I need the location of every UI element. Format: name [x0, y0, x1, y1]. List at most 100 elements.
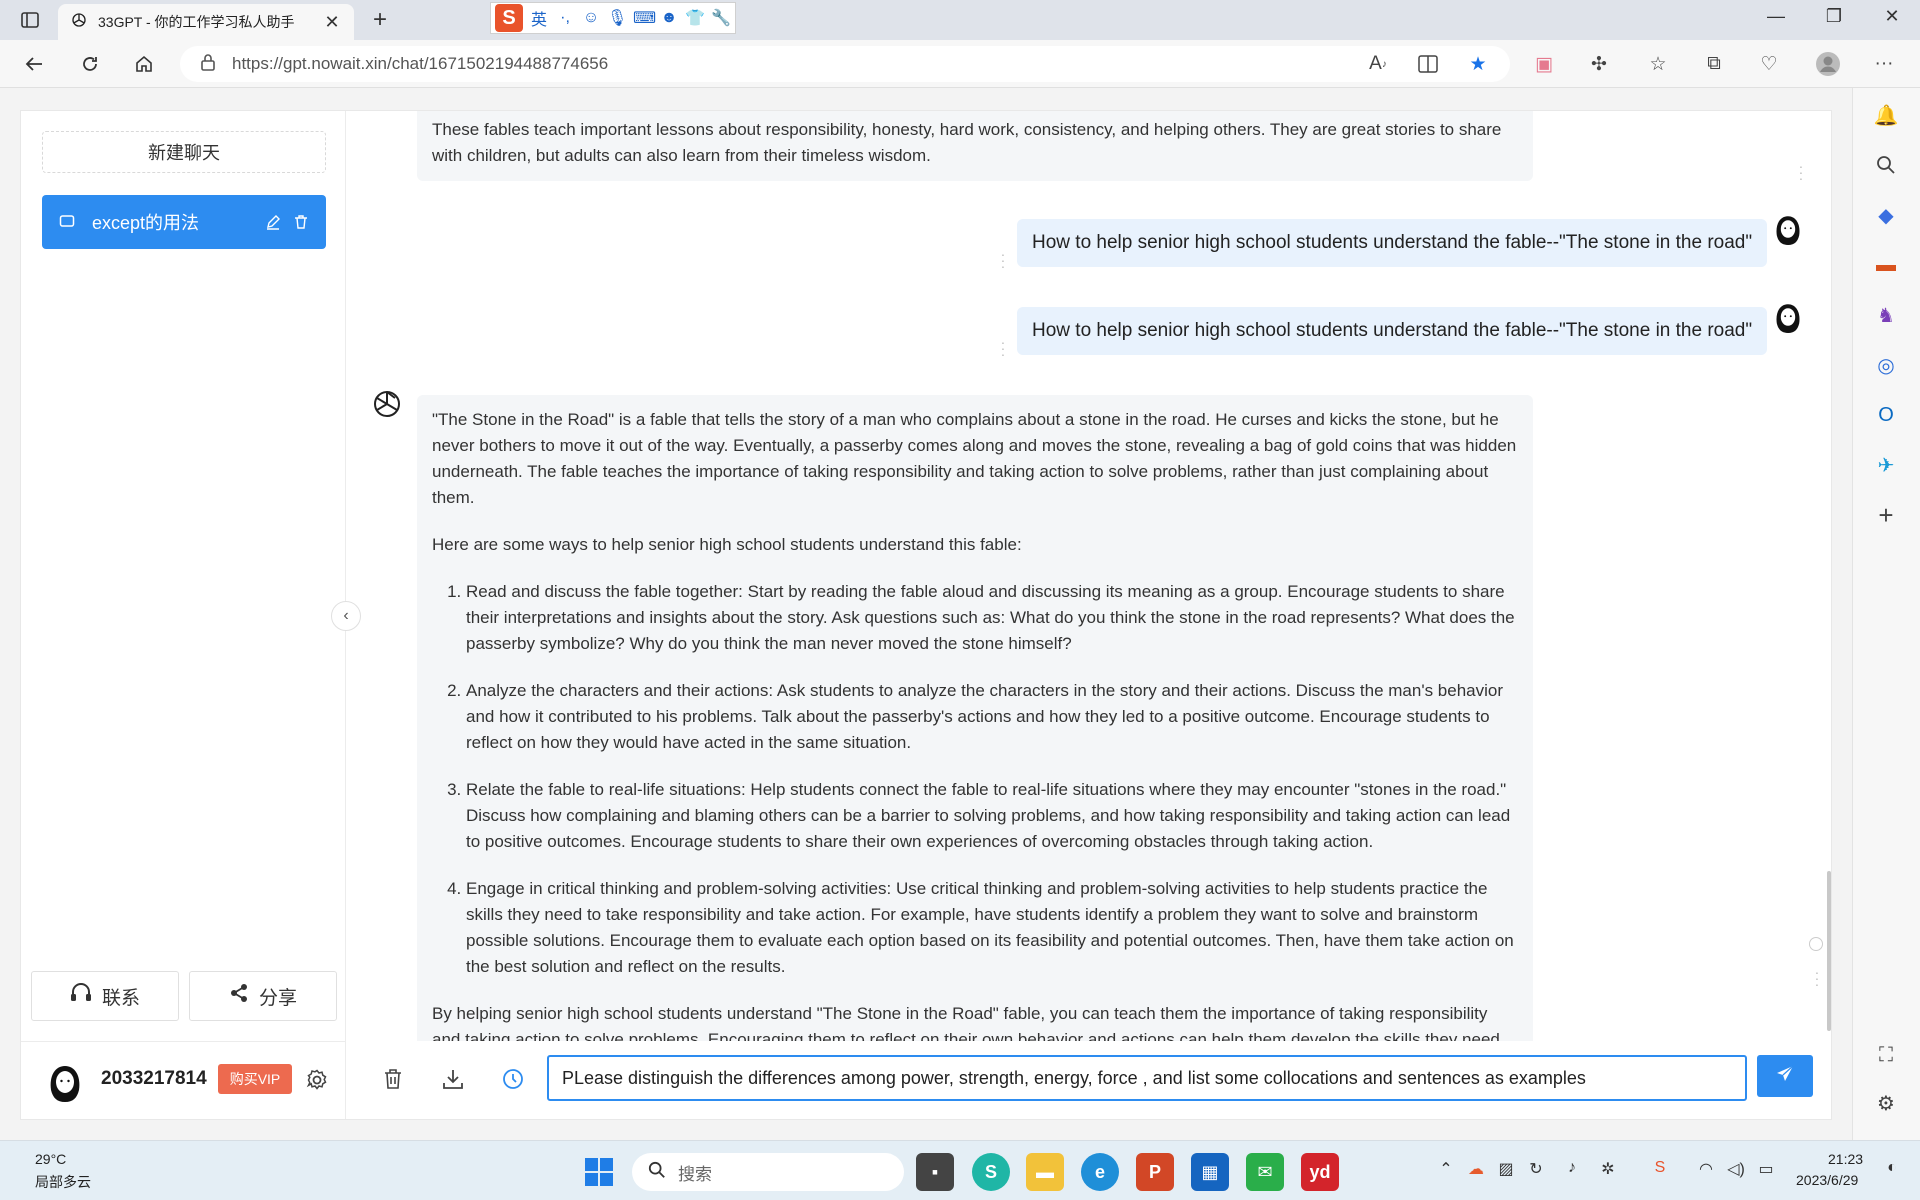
- history-icon[interactable]: [499, 1065, 527, 1093]
- tray-overflow-icon[interactable]: ⌃: [1434, 1159, 1458, 1179]
- ai-answer-intro: "The Stone in the Road" is a fable that …: [432, 410, 1517, 507]
- download-icon[interactable]: [439, 1065, 467, 1093]
- home-icon[interactable]: [128, 48, 160, 80]
- edge-icon[interactable]: e: [1081, 1153, 1119, 1191]
- chat-input[interactable]: [547, 1055, 1747, 1101]
- extensions-icon[interactable]: ✣: [1585, 50, 1613, 78]
- favorites-icon[interactable]: ☆: [1644, 50, 1672, 78]
- wechat-icon[interactable]: ✉: [1246, 1153, 1284, 1191]
- copilot-icon[interactable]: ◎: [1871, 350, 1901, 380]
- restore-button[interactable]: ❐: [1814, 6, 1854, 27]
- tools-icon[interactable]: 🔧: [711, 8, 731, 28]
- chat-sidebar: 新建聊天 except的用法 联系 分享 2033217814 购买VIP: [21, 111, 346, 1119]
- clock-time[interactable]: 21:23: [1828, 1151, 1863, 1167]
- back-icon[interactable]: [18, 48, 50, 80]
- close-window-button[interactable]: ✕: [1872, 6, 1912, 27]
- sogou-logo-icon[interactable]: S: [495, 4, 523, 32]
- send-to-icon[interactable]: ✈: [1871, 450, 1901, 480]
- edit-icon[interactable]: [262, 211, 284, 233]
- chat-list-item[interactable]: except的用法: [42, 195, 326, 249]
- lock-icon[interactable]: [200, 53, 216, 76]
- input-bar: [347, 1041, 1831, 1119]
- store-icon[interactable]: ▦: [1191, 1153, 1229, 1191]
- split-screen-icon[interactable]: [1414, 50, 1442, 78]
- sync-icon[interactable]: ↻: [1524, 1159, 1548, 1179]
- tray-tool-icon[interactable]: ✲: [1596, 1159, 1620, 1179]
- trash-icon[interactable]: [290, 211, 312, 233]
- file-explorer-icon[interactable]: ▬: [1026, 1153, 1064, 1191]
- favorite-star-icon[interactable]: ★: [1464, 50, 1492, 78]
- punctuation-icon[interactable]: ·,: [555, 9, 575, 27]
- url-text[interactable]: https://gpt.nowait.xin/chat/167150219448…: [232, 54, 608, 74]
- tab-close-icon[interactable]: ✕: [322, 12, 342, 33]
- windows-taskbar: 29°C 局部多云 搜索 ▪ S ▬ e P ▦ ✉ yd ⌃ ☁ ▨ ↻ ♪ …: [0, 1140, 1920, 1200]
- wifi-icon[interactable]: ◠: [1694, 1159, 1718, 1179]
- skin-icon[interactable]: 👕: [685, 8, 705, 28]
- shopping-tag-icon[interactable]: ◆: [1871, 200, 1901, 230]
- browser-tab[interactable]: 33GPT - 你的工作学习私人助手 ✕: [58, 4, 354, 40]
- search-icon: [648, 1161, 666, 1184]
- buy-vip-button[interactable]: 购买VIP: [218, 1064, 292, 1094]
- sogou-tray-icon[interactable]: S: [1648, 1159, 1672, 1177]
- new-chat-button[interactable]: 新建聊天: [42, 131, 326, 173]
- user-icon[interactable]: ☻: [659, 9, 679, 27]
- mic-icon[interactable]: ♪: [1560, 1159, 1584, 1177]
- address-bar-row: https://gpt.nowait.xin/chat/167150219448…: [0, 40, 1920, 88]
- task-view-icon[interactable]: ▪: [916, 1153, 954, 1191]
- send-button[interactable]: [1757, 1055, 1813, 1097]
- refresh-icon[interactable]: [74, 48, 106, 80]
- sidebar-settings-icon[interactable]: ⚙: [1871, 1088, 1901, 1118]
- taskbar-search[interactable]: 搜索: [632, 1153, 904, 1191]
- new-tab-button[interactable]: +: [366, 6, 394, 34]
- share-icon: [229, 983, 249, 1009]
- weather-temperature[interactable]: 29°C: [35, 1151, 66, 1167]
- settings-icon[interactable]: [304, 1067, 330, 1093]
- battery-icon[interactable]: ▭: [1754, 1159, 1778, 1179]
- microphone-icon[interactable]: 🎙: [607, 8, 627, 28]
- edge-sidebar: 🔔 ◆ ▬ ♞ ◎ O ✈ + ⛶ ⚙: [1852, 88, 1920, 1140]
- cloud-icon[interactable]: ☁: [1464, 1159, 1488, 1179]
- profile-icon[interactable]: [1814, 50, 1842, 78]
- share-button[interactable]: 分享: [189, 971, 337, 1021]
- clock-date[interactable]: 2023/6/29: [1796, 1172, 1858, 1188]
- send-icon: [1775, 1064, 1795, 1089]
- media-icon[interactable]: ▣: [1530, 50, 1558, 78]
- powerpoint-icon[interactable]: P: [1136, 1153, 1174, 1191]
- keyboard-icon[interactable]: ⌨: [633, 8, 656, 28]
- windows-start-icon[interactable]: [580, 1153, 618, 1191]
- add-sidebar-app-icon[interactable]: +: [1871, 500, 1901, 530]
- avatar[interactable]: [45, 1060, 85, 1104]
- read-aloud-icon[interactable]: A ♪: [1364, 50, 1392, 78]
- scrollbar[interactable]: [1827, 871, 1831, 1031]
- browser-tab-bar: 33GPT - 你的工作学习私人助手 ✕ + S 英 ·, ☺ 🎙 ⌨ ☻ 👕 …: [0, 0, 1920, 40]
- screenshot-icon[interactable]: ⛶: [1871, 1040, 1901, 1070]
- toolbox-icon[interactable]: ▬: [1871, 250, 1901, 280]
- youdao-icon[interactable]: yd: [1301, 1153, 1339, 1191]
- message-menu-icon[interactable]: · · ·: [999, 335, 1007, 361]
- tab-actions-icon[interactable]: [14, 8, 46, 32]
- search-icon[interactable]: [1871, 150, 1901, 180]
- minimize-button[interactable]: —: [1756, 6, 1796, 27]
- message-menu-icon[interactable]: · · ·: [1797, 159, 1805, 185]
- volume-icon[interactable]: ◁): [1724, 1159, 1748, 1179]
- ime-language[interactable]: 英: [529, 6, 549, 30]
- ai-message-previous: These fables teach important lessons abo…: [417, 111, 1533, 181]
- outlook-icon[interactable]: O: [1871, 400, 1901, 430]
- more-icon[interactable]: ···: [1870, 50, 1898, 78]
- notification-bell-icon[interactable]: 🔔: [1871, 100, 1901, 130]
- chat-bubble-icon: [56, 211, 78, 233]
- message-menu-icon[interactable]: · · ·: [999, 247, 1007, 273]
- message-menu-icon[interactable]: · · ·: [1813, 965, 1821, 991]
- notification-center-icon[interactable]: ◐: [1880, 1159, 1904, 1177]
- url-bar[interactable]: https://gpt.nowait.xin/chat/167150219448…: [180, 46, 1510, 82]
- collections-icon[interactable]: ⧉: [1700, 50, 1728, 78]
- tray-app-icon[interactable]: ▨: [1494, 1159, 1518, 1179]
- app-s-icon[interactable]: S: [972, 1153, 1010, 1191]
- contact-button[interactable]: 联系: [31, 971, 179, 1021]
- clear-icon[interactable]: [379, 1065, 407, 1093]
- weather-description[interactable]: 局部多云: [35, 1172, 91, 1192]
- ime-toolbar: S 英 ·, ☺ 🎙 ⌨ ☻ 👕 🔧: [490, 2, 736, 34]
- emoji-icon[interactable]: ☺: [581, 9, 601, 27]
- performance-icon[interactable]: ♡: [1755, 50, 1783, 78]
- games-icon[interactable]: ♞: [1871, 300, 1901, 330]
